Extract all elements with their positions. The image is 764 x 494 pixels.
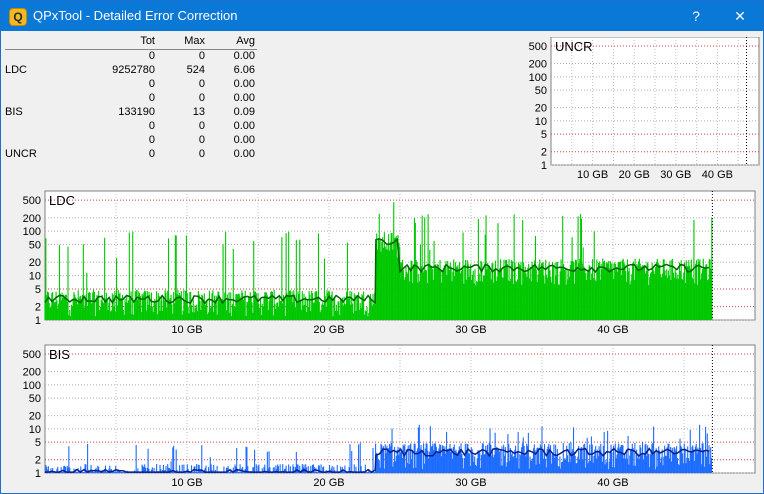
x-tick-label: 30 GB [455, 477, 486, 489]
row-max: 0 [198, 50, 205, 62]
row-max: 13 [192, 106, 205, 118]
y-tick-label: 10 [535, 116, 547, 128]
row-avg: 0.00 [233, 50, 255, 62]
row-avg: 0.00 [233, 134, 255, 146]
y-tick-label: 2 [35, 302, 41, 314]
row-max: 0 [198, 148, 205, 160]
header-max: Max [184, 35, 205, 47]
y-tick-label: 5 [35, 284, 41, 296]
y-tick-label: 5 [35, 437, 41, 449]
title-bar[interactable]: Q QPxTool - Detailed Error Correction ? … [1, 1, 763, 31]
row-avg: 0.00 [233, 78, 255, 90]
row-tot: 133190 [118, 106, 155, 118]
chart-title: BIS [49, 347, 70, 362]
row-label: LDC [5, 64, 28, 76]
row-max: 0 [198, 92, 205, 104]
chart-title: UNCR [555, 39, 593, 54]
y-tick-label: 50 [29, 393, 41, 405]
y-tick-label: 200 [529, 59, 547, 71]
window-title: QPxTool - Detailed Error Correction [33, 8, 238, 23]
y-tick-label: 2 [541, 147, 547, 159]
row-max: 524 [186, 64, 205, 76]
row-tot: 0 [148, 78, 155, 90]
y-tick-label: 5 [541, 129, 547, 141]
qpxtool-app-icon: Q [9, 8, 27, 26]
x-tick-label: 20 GB [619, 169, 650, 181]
close-button[interactable]: ✕ [717, 1, 763, 31]
stats-row: 0 0 0.00 [5, 134, 257, 148]
x-tick-label: 30 GB [660, 169, 691, 181]
error-stats-table: Tot Max Avg 0 0 0.00 LDC 9252780 524 6.06 000… [5, 35, 257, 162]
x-tick-label: 40 GB [702, 169, 733, 181]
x-tick-label: 40 GB [597, 324, 628, 336]
stats-row: 0 0 0.00 [5, 120, 257, 134]
y-tick-label: 20 [29, 257, 41, 269]
y-tick-label: 500 [23, 195, 41, 207]
stats-row: BIS 133190 13 0.09 [5, 106, 257, 120]
y-tick-label: 100 [23, 380, 41, 392]
row-tot: 9252780 [112, 64, 155, 76]
stats-header-row: Tot Max Avg [5, 35, 257, 50]
row-max: 0 [198, 120, 205, 132]
y-tick-label: 1 [35, 468, 41, 480]
y-tick-label: 2 [35, 455, 41, 467]
row-max: 0 [198, 78, 205, 90]
row-avg: 0.00 [233, 92, 255, 104]
row-avg: 0.00 [233, 120, 255, 132]
row-label: BIS [5, 106, 23, 118]
y-tick-label: 20 [535, 103, 547, 115]
y-tick-label: 200 [23, 213, 41, 225]
row-avg: 0.00 [233, 148, 255, 160]
bis-chart: 500 20010050 20105 21 10 GB 20 GB 30 GB 40 GB BI… [23, 344, 756, 489]
x-tick-label: 20 GB [313, 477, 344, 489]
y-tick-label: 1 [541, 160, 547, 172]
help-button[interactable]: ? [673, 1, 719, 31]
row-tot: 0 [148, 120, 155, 132]
y-tick-label: 10 [29, 424, 41, 436]
row-tot: 0 [148, 92, 155, 104]
row-avg: 6.06 [233, 64, 255, 76]
stats-row: 0 0 0.00 [5, 78, 257, 92]
stats-row: LDC 9252780 524 6.06 [5, 64, 257, 78]
qpxtool-window: Q QPxTool - Detailed Error Correction ? … [0, 0, 764, 494]
row-tot: 0 [148, 50, 155, 62]
y-tick-label: 20 [29, 411, 41, 423]
header-tot: Tot [140, 35, 155, 47]
row-max: 0 [198, 134, 205, 146]
row-tot: 0 [148, 134, 155, 146]
row-tot: 0 [148, 148, 155, 160]
row-label: UNCR [5, 148, 37, 160]
x-tick-label: 20 GB [313, 324, 344, 336]
y-tick-label: 500 [23, 349, 41, 361]
stats-row: 0 0 0.00 [5, 92, 257, 106]
row-avg: 0.09 [233, 106, 255, 118]
x-tick-label: 10 GB [577, 169, 608, 181]
y-tick-label: 50 [29, 240, 41, 252]
y-tick-label: 500 [529, 41, 547, 53]
stats-row: 0 0 0.00 [5, 50, 257, 64]
uncr-chart: 500 20010050 20105 21 10 GB 20 GB 30 GB 40 GB UN… [529, 37, 760, 181]
y-tick-label: 200 [23, 367, 41, 379]
x-tick-label: 10 GB [171, 324, 202, 336]
ldc-chart: 500 200100 50 20 105 21 10 GB 20 GB 30 GB 40 GB LD… [23, 190, 756, 336]
y-tick-label: 100 [529, 72, 547, 84]
header-avg: Avg [236, 35, 255, 47]
stats-row: UNCR 0 0 0.00 [5, 148, 257, 162]
x-tick-label: 30 GB [455, 324, 486, 336]
y-tick-label: 50 [535, 85, 547, 97]
y-tick-label: 10 [29, 271, 41, 283]
y-tick-label: 100 [23, 226, 41, 238]
x-tick-label: 40 GB [597, 477, 628, 489]
x-tick-label: 10 GB [171, 477, 202, 489]
chart-title: LDC [49, 193, 75, 208]
y-tick-label: 1 [35, 315, 41, 327]
